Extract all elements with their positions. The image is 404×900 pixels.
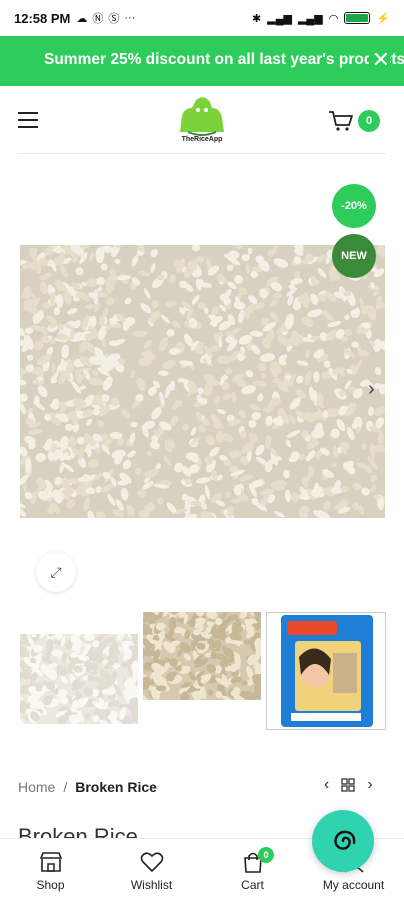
cart-icon[interactable]: [328, 110, 354, 132]
close-icon[interactable]: ✕: [368, 47, 390, 73]
promo-banner[interactable]: Summer 25% discount on all last year's p…: [0, 36, 404, 86]
new-badge: NEW: [332, 234, 376, 278]
charging-icon: ⚡: [376, 12, 390, 25]
breadcrumb-home[interactable]: Home: [18, 779, 55, 795]
nav-label: Wishlist: [130, 878, 173, 892]
breadcrumb-separator: /: [63, 779, 68, 795]
nav-shop[interactable]: Shop: [0, 839, 101, 900]
battery-icon: [344, 12, 371, 24]
header-divider: [18, 153, 386, 154]
signal-icon: ▂▄▆: [297, 12, 323, 25]
signal-icon: ▂▄▆: [267, 12, 292, 25]
status-bar: 12:58 PM ☁ Ⓝ Ⓢ ··· ✱ ▂▄▆ ▂▄▆ ◠ ⚡: [0, 0, 404, 36]
wifi-icon: ◠: [328, 12, 339, 25]
product-thumbnail[interactable]: [266, 612, 386, 730]
chat-fab-button[interactable]: [312, 810, 374, 872]
discount-badge: -20%: [332, 184, 376, 228]
chevron-left-icon[interactable]: ‹: [324, 776, 329, 794]
product-nav: ‹ ›: [324, 776, 373, 794]
expand-icon[interactable]: ⤢: [36, 552, 76, 592]
more-dots-icon: ···: [124, 12, 136, 24]
menu-icon[interactable]: [18, 112, 38, 128]
cloud-icon: ☁: [76, 12, 88, 25]
product-main-image[interactable]: [20, 245, 385, 518]
breadcrumb-current: Broken Rice: [75, 779, 157, 795]
chevron-right-icon[interactable]: ›: [368, 378, 375, 401]
breadcrumb: Home / Broken Rice: [18, 779, 157, 795]
cart-count-badge: 0: [358, 110, 380, 132]
promo-text: Summer 25% discount on all last year's p…: [44, 51, 404, 68]
nav-label: My account: [322, 878, 385, 892]
spiral-icon: [334, 830, 356, 850]
heart-icon: [140, 852, 163, 873]
nav-wishlist[interactable]: Wishlist: [101, 839, 202, 900]
bluetooth-icon: ✱: [252, 12, 262, 25]
nav-label: Cart: [241, 878, 264, 892]
cart-count-badge: 0: [258, 847, 274, 863]
shop-icon: [39, 852, 62, 872]
nav-cart[interactable]: 0 Cart: [202, 839, 303, 900]
status-icons: ☁ Ⓝ Ⓢ ···: [76, 10, 135, 26]
notification-icon: Ⓢ: [108, 13, 120, 25]
logo-name: TheRiceApp: [181, 136, 223, 143]
grid-icon[interactable]: [341, 778, 355, 792]
notification-icon: Ⓝ: [92, 13, 104, 25]
chevron-right-icon[interactable]: ›: [367, 776, 372, 794]
logo[interactable]: TheRiceApp: [170, 94, 234, 150]
product-thumbnail[interactable]: [20, 634, 138, 724]
site-header: TheRiceApp 0: [0, 86, 404, 154]
product-thumbnail[interactable]: [143, 612, 261, 700]
status-right-icons: ✱ ▂▄▆ ▂▄▆ ◠ ⚡: [252, 12, 390, 25]
nav-label: Shop: [36, 878, 65, 892]
status-time: 12:58 PM: [14, 10, 71, 26]
